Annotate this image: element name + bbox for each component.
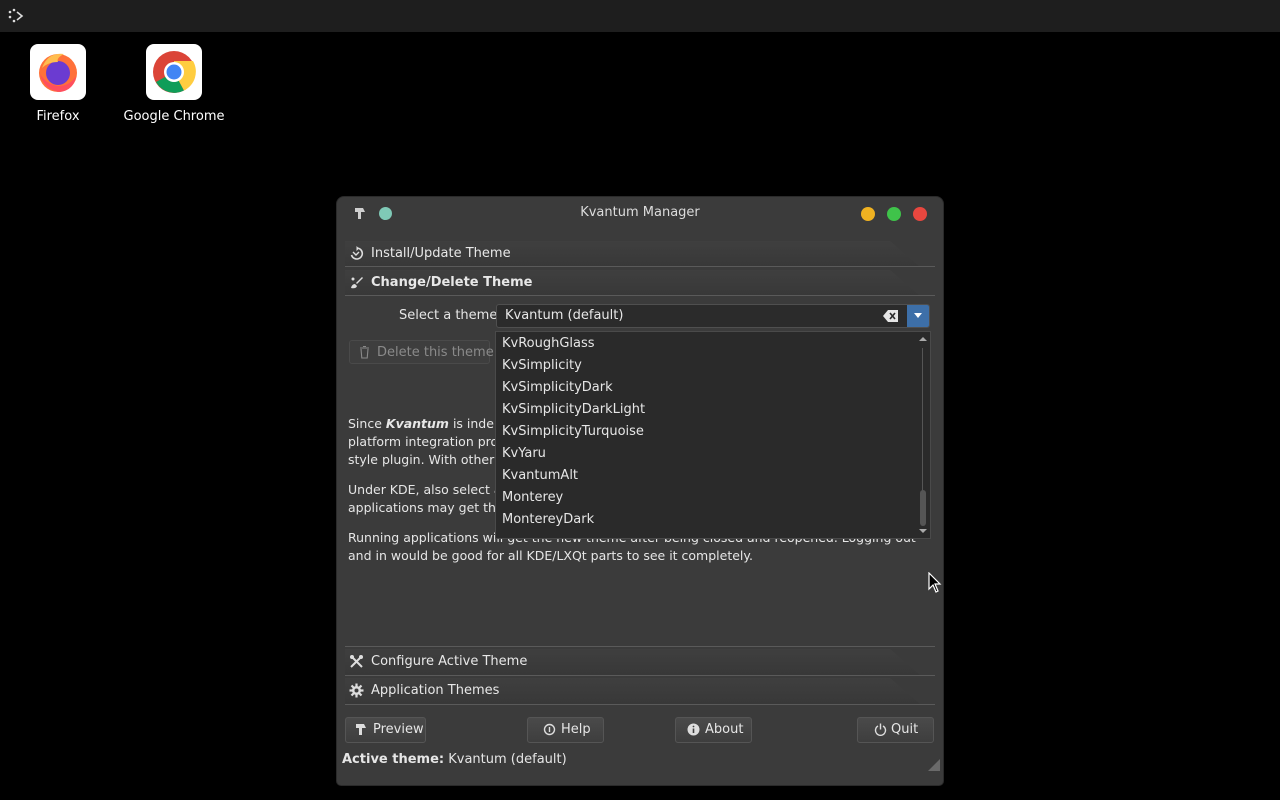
chevron-down-icon[interactable] (919, 528, 927, 534)
clear-icon[interactable] (883, 309, 899, 323)
resize-grip-icon[interactable] (928, 759, 940, 771)
dropdown-option[interactable]: KvRoughGlass (502, 336, 595, 351)
scrollbar-thumb[interactable] (920, 490, 926, 526)
help-icon (543, 723, 556, 736)
chrome-icon (146, 44, 202, 100)
top-panel (0, 0, 1280, 32)
dropdown-option[interactable]: Monterey (502, 490, 563, 505)
section-label: Application Themes (371, 683, 500, 698)
active-theme-value: Kvantum (default) (448, 752, 567, 767)
combobox-dropdown-button[interactable] (907, 305, 929, 327)
kvantum-emphasis: Kvantum (385, 416, 449, 431)
chevron-down-icon (914, 313, 922, 318)
tools-icon (350, 655, 363, 668)
maximize-button[interactable] (887, 207, 901, 221)
gear-icon (349, 683, 364, 698)
dropdown-option[interactable]: KvSimplicity (502, 358, 582, 373)
preview-button[interactable]: Preview (345, 717, 426, 743)
theme-combobox[interactable]: Kvantum (default) (496, 304, 930, 328)
info-text-line: Under KDE, also select a (348, 482, 502, 497)
info-text-line: Since (348, 416, 382, 431)
quit-button[interactable]: Quit (857, 717, 934, 743)
window-title: Kvantum Manager (580, 205, 700, 220)
firefox-icon (30, 44, 86, 100)
quit-label: Quit (891, 722, 919, 737)
desktop-icon-label: Google Chrome (123, 109, 225, 124)
info-text-line: style plugin. With other p (348, 452, 507, 467)
kvantum-preview-icon (356, 724, 366, 735)
active-theme-label: Active theme: (342, 752, 445, 767)
mouse-pointer-icon (928, 572, 942, 593)
dropdown-option[interactable]: KvSimplicityDark (502, 380, 613, 395)
section-change-delete-theme[interactable]: Change/Delete Theme (345, 270, 920, 296)
close-button[interactable] (913, 207, 927, 221)
status-bar: Active theme: Kvantum (default) (342, 752, 567, 767)
power-icon (874, 723, 887, 736)
info-text-line: platform integration prog (348, 434, 507, 449)
divider (345, 266, 935, 267)
chevron-up-icon[interactable] (919, 336, 927, 342)
dropdown-option[interactable]: KvSimplicityTurquoise (502, 424, 644, 439)
install-update-icon (350, 246, 364, 260)
dropdown-scrollbar[interactable] (919, 336, 927, 534)
desktop-icon-label: Firefox (36, 109, 80, 124)
info-text-line: applications may get the (348, 500, 504, 515)
section-label: Change/Delete Theme (371, 275, 533, 290)
preview-label: Preview (373, 722, 424, 737)
section-configure-active-theme[interactable]: Configure Active Theme (345, 649, 920, 675)
section-application-themes[interactable]: Application Themes (345, 678, 920, 704)
delete-theme-button[interactable]: Delete this theme (349, 340, 494, 364)
divider (345, 704, 935, 705)
about-button[interactable]: About (675, 717, 752, 743)
section-label: Configure Active Theme (371, 654, 528, 669)
dropdown-option[interactable]: KvSimplicityDarkLight (502, 402, 645, 417)
divider (345, 675, 935, 676)
about-label: About (705, 722, 744, 737)
trash-icon (360, 346, 369, 359)
divider (345, 295, 935, 296)
title-bar[interactable]: Kvantum Manager (337, 197, 943, 229)
help-button[interactable]: Help (527, 717, 604, 743)
section-label: Install/Update Theme (371, 246, 511, 261)
select-theme-label: Select a theme: (399, 308, 502, 323)
dropdown-option[interactable]: MontereyDark (502, 512, 594, 527)
brush-icon (351, 277, 363, 289)
theme-combobox-value: Kvantum (default) (505, 308, 624, 323)
divider (345, 646, 935, 647)
delete-theme-label: Delete this theme (377, 345, 494, 360)
minimize-button[interactable] (861, 207, 875, 221)
launcher-icon[interactable] (6, 6, 26, 26)
desktop-icon-firefox[interactable]: Firefox (0, 44, 116, 124)
dropdown-option[interactable]: KvantumAlt (502, 468, 578, 483)
theme-dropdown-list[interactable]: KvRoughGlass KvSimplicity KvSimplicityDa… (495, 331, 931, 539)
dropdown-option[interactable]: KvYaru (502, 446, 546, 461)
help-label: Help (561, 722, 591, 737)
info-icon (687, 723, 700, 736)
desktop-icon-chrome[interactable]: Google Chrome (116, 44, 232, 124)
section-install-update-theme[interactable]: Install/Update Theme (345, 241, 920, 267)
